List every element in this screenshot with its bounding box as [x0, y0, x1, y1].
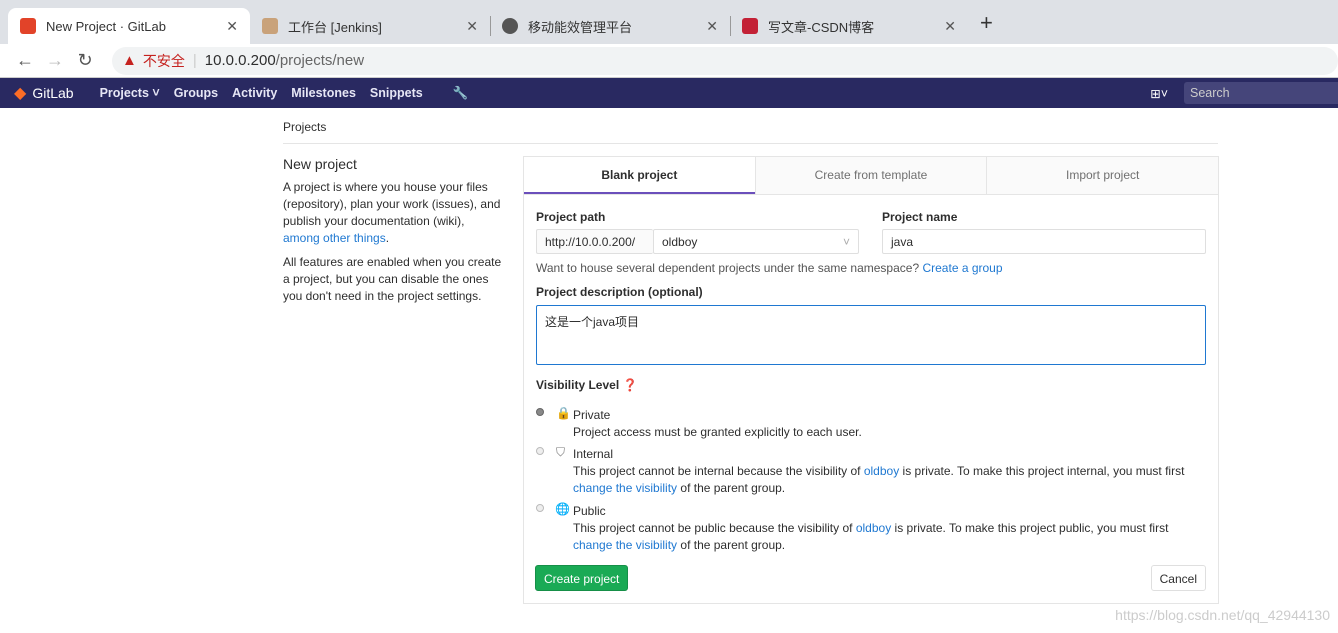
change-visibility-link[interactable]: change the visibility — [573, 481, 677, 495]
browser-tabstrip: New Project · GitLab ✕ 工作台 [Jenkins] ✕ 移动能… — [0, 0, 1338, 44]
radio-public[interactable] — [536, 504, 544, 512]
group-link[interactable]: oldboy — [864, 464, 899, 478]
description-label: Project description (optional) — [536, 285, 703, 299]
globe-icon: 🌐 — [555, 502, 570, 516]
among-other-things-link[interactable]: among other things — [283, 231, 386, 245]
nav-snippets[interactable]: Snippets — [370, 86, 423, 100]
tab-title: New Project · GitLab — [46, 18, 166, 34]
warning-icon: ▲ — [122, 52, 137, 69]
project-description-textarea[interactable]: 这是一个java项目 — [536, 305, 1206, 365]
back-icon[interactable]: ← — [10, 50, 40, 71]
nav-projects[interactable]: Projects ˅ — [100, 86, 160, 100]
gitlab-favicon-icon — [20, 18, 36, 34]
tab-title: 写文章-CSDN博客 — [768, 19, 875, 35]
new-dropdown-plus-icon[interactable]: ⊞˅ — [1150, 86, 1168, 101]
url-path: /projects/new — [275, 52, 365, 69]
radio-private[interactable] — [536, 408, 544, 416]
page-title: New project — [283, 156, 357, 172]
intro-section: New project A project is where you house… — [283, 156, 503, 312]
admin-wrench-icon[interactable]: 🔧 — [453, 86, 469, 101]
close-tab-icon[interactable]: ✕ — [466, 18, 478, 35]
change-visibility-link[interactable]: change the visibility — [573, 538, 677, 552]
help-icon[interactable]: ❓ — [623, 378, 638, 392]
tab-create-from-template[interactable]: Create from template — [754, 157, 987, 194]
tanuki-icon: ◆ — [14, 85, 27, 102]
jenkins-favicon-icon — [262, 18, 278, 34]
csdn-favicon-icon — [742, 18, 758, 34]
project-name-label: Project name — [882, 210, 958, 224]
security-status[interactable]: 不安全 — [143, 51, 185, 71]
visibility-title[interactable]: Internal — [573, 446, 1184, 463]
reload-icon[interactable]: ↻ — [70, 50, 100, 71]
tab-title: 工作台 [Jenkins] — [288, 19, 382, 35]
visibility-public: Public This project cannot be public beca… — [573, 503, 1168, 554]
intro-features-text: All features are enabled when you create… — [283, 255, 502, 303]
namespace-select[interactable]: oldboy ˅ — [653, 229, 859, 254]
create-project-button[interactable]: Create project — [535, 565, 629, 591]
visibility-title[interactable]: Private — [573, 407, 862, 424]
new-project-panel: Blank project Create from template Impor… — [523, 156, 1219, 604]
project-path-label: Project path — [536, 210, 606, 224]
group-link[interactable]: oldboy — [856, 521, 891, 535]
url-host: 10.0.0.200 — [204, 52, 276, 69]
tab-blank-project[interactable]: Blank project — [524, 157, 755, 194]
browser-tab-csdn[interactable]: 写文章-CSDN博客 ✕ — [730, 8, 968, 44]
close-tab-icon[interactable]: ✕ — [226, 18, 238, 35]
intro-text: A project is where you house your files … — [283, 180, 501, 245]
nav-activity[interactable]: Activity — [232, 86, 277, 100]
namespace-hint: Want to house several dependent projects… — [536, 261, 1003, 275]
tab-import-project[interactable]: Import project — [986, 157, 1218, 194]
visibility-desc: This project cannot be public because th… — [573, 521, 1169, 552]
browser-tab-platform[interactable]: 移动能效管理平台 ✕ — [490, 8, 730, 44]
project-type-tabs: Blank project Create from template Impor… — [524, 157, 1218, 195]
create-group-link[interactable]: Create a group — [922, 261, 1002, 275]
nav-milestones[interactable]: Milestones — [291, 86, 356, 100]
url-field[interactable]: ▲ 不安全 | 10.0.0.200/projects/new — [112, 46, 1338, 75]
divider: | — [192, 52, 197, 69]
project-name-input[interactable]: java — [882, 229, 1206, 254]
address-bar-row: ← → ↻ ▲ 不安全 | 10.0.0.200/projects/new — [0, 44, 1338, 78]
visibility-desc: This project cannot be internal because … — [573, 464, 1185, 495]
divider — [283, 143, 1218, 144]
search-input[interactable]: Search — [1184, 82, 1338, 104]
globe-icon — [502, 18, 518, 34]
visibility-private: Private Project access must be granted ex… — [573, 407, 862, 441]
browser-tab-jenkins[interactable]: 工作台 [Jenkins] ✕ — [250, 8, 490, 44]
visibility-internal: Internal This project cannot be internal … — [573, 446, 1184, 497]
project-path-group: http://10.0.0.200/ oldboy ˅ — [536, 229, 859, 255]
brand-name: GitLab — [32, 85, 74, 101]
visibility-label: Visibility Level ❓ — [536, 378, 638, 392]
tab-title: 移动能效管理平台 — [528, 19, 633, 35]
gitlab-logo[interactable]: ◆ GitLab — [14, 83, 74, 103]
path-prefix: http://10.0.0.200/ — [536, 229, 653, 254]
breadcrumb[interactable]: Projects — [283, 120, 326, 134]
close-tab-icon[interactable]: ✕ — [944, 18, 956, 35]
forward-icon[interactable]: → — [40, 50, 70, 71]
new-tab-button[interactable]: + — [980, 10, 993, 36]
watermark: https://blog.csdn.net/qq_42944130 — [1115, 607, 1330, 623]
lock-icon: 🔒 — [556, 406, 571, 420]
visibility-desc: Project access must be granted explicitl… — [573, 425, 862, 439]
gitlab-navbar: ◆ GitLab Projects ˅ Groups Activity Miles… — [0, 78, 1338, 108]
visibility-title[interactable]: Public — [573, 503, 1168, 520]
close-tab-icon[interactable]: ✕ — [706, 18, 718, 35]
browser-tab-gitlab[interactable]: New Project · GitLab ✕ — [8, 8, 250, 44]
shield-icon: ⛉ — [556, 445, 566, 459]
chevron-down-icon: ˅ — [842, 235, 850, 249]
nav-groups[interactable]: Groups — [174, 86, 218, 100]
cancel-button[interactable]: Cancel — [1150, 565, 1206, 591]
radio-internal[interactable] — [536, 447, 544, 455]
